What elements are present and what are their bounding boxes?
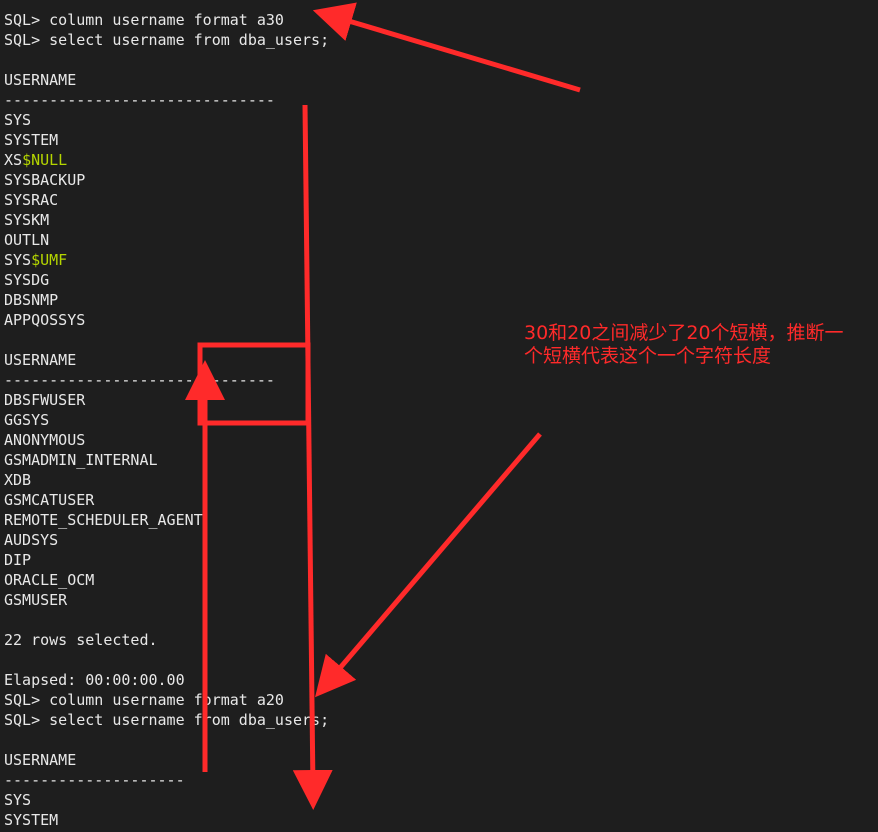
- terminal-line-text: DBSFWUSER: [4, 391, 86, 409]
- terminal-line: XDB: [4, 470, 878, 490]
- terminal-line-text: ANONYMOUS: [4, 431, 86, 449]
- terminal-line-text: ------------------------------: [4, 91, 275, 109]
- terminal-line-text: APPQOSSYS: [4, 311, 86, 329]
- terminal-line: SYSTEM: [4, 130, 878, 150]
- terminal-line: SYSTEM: [4, 810, 878, 830]
- terminal-line-text: SQL> select username from dba_users;: [4, 31, 330, 49]
- terminal-line-text: USERNAME: [4, 351, 77, 369]
- terminal-line: --------------------: [4, 770, 878, 790]
- terminal-line-text: 22 rows selected.: [4, 631, 158, 649]
- terminal-line-text: USERNAME: [4, 751, 77, 769]
- terminal-line-text: SYSTEM: [4, 811, 59, 829]
- terminal-line-text: REMOTE_SCHEDULER_AGENT: [4, 511, 203, 529]
- terminal-line-text: --------------------: [4, 771, 185, 789]
- terminal-line: OUTLN: [4, 230, 878, 250]
- terminal-line: XS$NULL: [4, 150, 878, 170]
- terminal-line-text: XDB: [4, 471, 32, 489]
- terminal-line: DBSFWUSER: [4, 390, 878, 410]
- terminal-line: GGSYS: [4, 410, 878, 430]
- terminal-line-text: GSMCATUSER: [4, 491, 95, 509]
- terminal-line: ANONYMOUS: [4, 430, 878, 450]
- terminal-line-text: AUDSYS: [4, 531, 59, 549]
- terminal-line: ------------------------------: [4, 90, 878, 110]
- terminal-line: SQL> select username from dba_users;: [4, 710, 878, 730]
- terminal-line: REMOTE_SCHEDULER_AGENT: [4, 510, 878, 530]
- terminal-line-text: SYSTEM: [4, 131, 59, 149]
- terminal-line: SYSBACKUP: [4, 170, 878, 190]
- terminal-line-text: GGSYS: [4, 411, 50, 429]
- terminal-line: Elapsed: 00:00:00.00: [4, 670, 878, 690]
- terminal-line-text: XS: [4, 151, 23, 169]
- terminal-line: GSMADMIN_INTERNAL: [4, 450, 878, 470]
- terminal-line-text: GSMUSER: [4, 591, 68, 609]
- terminal-line-text: ------------------------------: [4, 371, 275, 389]
- terminal-line-text: GSMADMIN_INTERNAL: [4, 451, 158, 469]
- terminal-line-highlight: $UMF: [31, 251, 68, 269]
- terminal-line: SYS: [4, 790, 878, 810]
- terminal-line-text: SQL> select username from dba_users;: [4, 711, 330, 729]
- terminal-line-text: OUTLN: [4, 231, 50, 249]
- terminal-line: GSMCATUSER: [4, 490, 878, 510]
- annotation-note: 30和20之间减少了20个短横，推断一个短横代表这个一个字符长度: [524, 322, 844, 367]
- terminal-line-text: SYSBACKUP: [4, 171, 86, 189]
- terminal-line: ORACLE_OCM: [4, 570, 878, 590]
- terminal-line-text: USERNAME: [4, 71, 77, 89]
- terminal-line-text: Elapsed: 00:00:00.00: [4, 671, 185, 689]
- terminal-line-text: SYS: [4, 111, 32, 129]
- terminal-line: USERNAME: [4, 750, 878, 770]
- terminal-line-text: SYSKM: [4, 211, 50, 229]
- terminal-line-text: DIP: [4, 551, 32, 569]
- terminal-line-text: SYS: [4, 791, 32, 809]
- terminal-line: SYS$UMF: [4, 250, 878, 270]
- terminal-line: USERNAME: [4, 70, 878, 90]
- terminal-line: 22 rows selected.: [4, 630, 878, 650]
- terminal-line: SYSKM: [4, 210, 878, 230]
- terminal-line-text: SYSRAC: [4, 191, 59, 209]
- terminal-line: ------------------------------: [4, 370, 878, 390]
- terminal-line-text: ORACLE_OCM: [4, 571, 95, 589]
- terminal-line: DIP: [4, 550, 878, 570]
- terminal-line: DBSNMP: [4, 290, 878, 310]
- terminal-line-highlight: $NULL: [22, 151, 68, 169]
- terminal-line: SYSDG: [4, 270, 878, 290]
- terminal-line: SQL> select username from dba_users;: [4, 30, 878, 50]
- terminal-line: SYS: [4, 110, 878, 130]
- terminal-line-text: SQL> column username format a30: [4, 11, 284, 29]
- terminal-line: SYSRAC: [4, 190, 878, 210]
- terminal-line-text: SYS: [4, 251, 32, 269]
- terminal-line: SQL> column username format a20: [4, 690, 878, 710]
- terminal-line: SQL> column username format a30: [4, 10, 878, 30]
- terminal-line: GSMUSER: [4, 590, 878, 610]
- terminal-line: AUDSYS: [4, 530, 878, 550]
- terminal-line-text: DBSNMP: [4, 291, 59, 309]
- terminal-line-text: SQL> column username format a20: [4, 691, 284, 709]
- terminal-line-text: SYSDG: [4, 271, 50, 289]
- terminal-output: SQL> column username format a30 SQL> sele…: [0, 0, 878, 832]
